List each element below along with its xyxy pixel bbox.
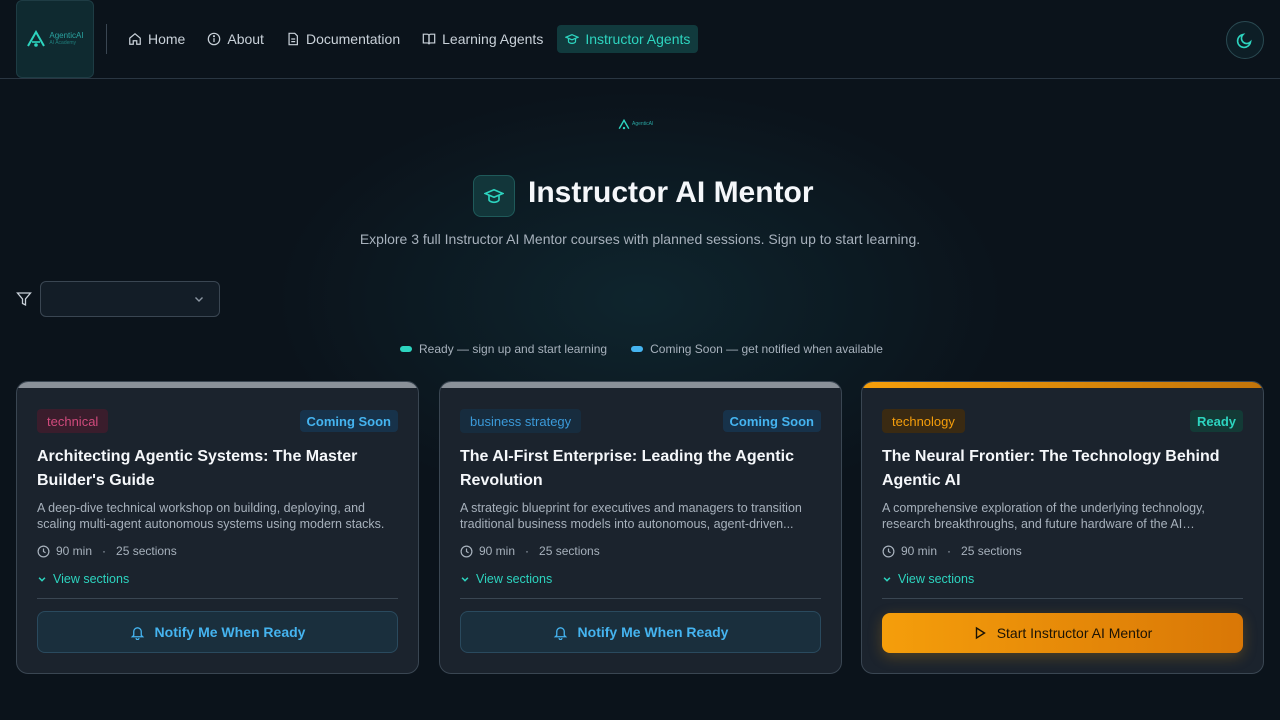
logo-tagline: AI Academy <box>49 39 77 46</box>
nav-link-label: Learning Agents <box>442 31 544 47</box>
logo-icon <box>27 30 46 47</box>
card-divider <box>460 598 821 599</box>
course-meta: 90 min · 25 sections <box>460 544 600 558</box>
notify-me-label: Notify Me When Ready <box>154 624 306 640</box>
nav-link-learning-agents[interactable]: Learning Agents <box>414 25 551 53</box>
nav-link-label: About <box>227 31 264 47</box>
moon-icon <box>1236 33 1252 49</box>
card-top-bar <box>17 382 418 388</box>
course-sections: 25 sections <box>539 544 600 558</box>
top-nav: AgenticAI AI Academy Home About Document… <box>0 0 1280 79</box>
nav-link-instructor-agents[interactable]: Instructor Agents <box>557 25 699 53</box>
hero-logo-name: AgenticAI <box>632 121 654 127</box>
view-sections-label: View sections <box>53 572 130 586</box>
document-icon <box>288 32 298 46</box>
nav-link-label: Home <box>148 31 186 47</box>
course-title: The AI-First Enterprise: Leading the Age… <box>460 448 794 489</box>
category-tag: technology <box>882 409 965 433</box>
course-description: A comprehensive exploration of the under… <box>882 501 1205 531</box>
clock-icon <box>882 545 895 557</box>
home-icon <box>129 32 141 45</box>
start-course-button[interactable]: Start Instructor AI Mentor <box>882 613 1243 653</box>
logo-icon <box>618 119 630 130</box>
hero-icon <box>473 175 515 217</box>
status-legend: Ready — sign up and start learning Comin… <box>400 342 883 356</box>
meta-separator: · <box>102 544 107 558</box>
legend-ready-label: Ready — sign up and start learning <box>419 342 608 356</box>
card-divider <box>882 598 1243 599</box>
logo[interactable]: AgenticAI AI Academy <box>16 0 94 78</box>
filter-icon <box>16 292 32 307</box>
view-sections-toggle[interactable]: View sections <box>37 572 129 586</box>
book-icon <box>422 33 436 45</box>
play-icon <box>975 626 986 640</box>
card-top-bar <box>440 382 841 388</box>
start-course-label: Start Instructor AI Mentor <box>996 625 1153 641</box>
course-card: technical Coming Soon Architecting Agent… <box>16 381 419 674</box>
graduation-cap-icon <box>484 188 504 204</box>
course-duration: 90 min <box>479 544 516 558</box>
nav-link-documentation[interactable]: Documentation <box>278 25 408 53</box>
nav-link-label: Instructor Agents <box>585 31 691 47</box>
logo-name: AgenticAI <box>49 31 84 41</box>
legend-coming-soon-label: Coming Soon — get notified when availabl… <box>650 342 883 356</box>
category-tag: business strategy <box>460 409 582 433</box>
view-sections-toggle[interactable]: View sections <box>882 572 974 586</box>
chevron-down-icon <box>195 297 203 302</box>
clock-icon <box>460 545 473 557</box>
meta-separator: · <box>947 544 952 558</box>
course-description: A deep-dive technical workshop on buildi… <box>37 501 385 531</box>
nav-link-home[interactable]: Home <box>120 25 193 53</box>
nav-divider <box>106 24 107 54</box>
view-sections-label: View sections <box>898 572 975 586</box>
chevron-down-icon <box>38 577 46 582</box>
bell-icon <box>553 626 567 640</box>
view-sections-toggle[interactable]: View sections <box>460 572 552 586</box>
nav-links: Home About Documentation Learning Agents… <box>120 25 699 53</box>
status-badge: Coming Soon <box>299 410 398 432</box>
legend-ready: Ready — sign up and start learning <box>400 342 607 356</box>
theme-toggle-button[interactable] <box>1226 21 1264 59</box>
legend-ready-dot <box>400 346 412 352</box>
course-meta: 90 min · 25 sections <box>37 544 177 558</box>
legend-coming-soon: Coming Soon — get notified when availabl… <box>631 342 883 356</box>
chevron-down-icon <box>883 577 891 582</box>
course-meta: 90 min · 25 sections <box>882 544 1022 558</box>
course-sections: 25 sections <box>116 544 177 558</box>
card-divider <box>37 598 398 599</box>
bell-icon <box>130 626 144 640</box>
course-title: Architecting Agentic Systems: The Master… <box>37 448 358 489</box>
page-title: Instructor AI Mentor <box>528 176 814 209</box>
notify-me-button[interactable]: Notify Me When Ready <box>37 611 398 653</box>
graduation-cap-icon <box>565 33 580 44</box>
page-subtitle: Explore 3 full Instructor AI Mentor cour… <box>359 231 921 247</box>
view-sections-label: View sections <box>476 572 553 586</box>
course-description: A strategic blueprint for executives and… <box>460 501 802 531</box>
clock-icon <box>37 545 50 557</box>
course-card: business strategy Coming Soon The AI-Fir… <box>439 381 842 674</box>
course-sections: 25 sections <box>961 544 1022 558</box>
notify-me-label: Notify Me When Ready <box>577 624 729 640</box>
meta-separator: · <box>525 544 530 558</box>
course-card: technology Ready The Neural Frontier: Th… <box>861 381 1264 674</box>
nav-link-about[interactable]: About <box>199 25 272 53</box>
notify-me-button[interactable]: Notify Me When Ready <box>460 611 821 653</box>
hero-logo: AgenticAI <box>618 119 653 130</box>
chevron-down-icon <box>461 577 469 582</box>
status-badge: Ready <box>1189 410 1243 432</box>
category-filter-select[interactable] <box>40 281 220 317</box>
course-duration: 90 min <box>56 544 93 558</box>
card-top-bar <box>862 382 1263 388</box>
status-badge: Coming Soon <box>722 410 821 432</box>
info-icon <box>208 32 221 46</box>
course-duration: 90 min <box>901 544 938 558</box>
nav-link-label: Documentation <box>305 31 401 47</box>
legend-coming-soon-dot <box>631 346 644 352</box>
course-title: The Neural Frontier: The Technology Behi… <box>882 448 1220 489</box>
category-tag: technical <box>37 409 109 433</box>
